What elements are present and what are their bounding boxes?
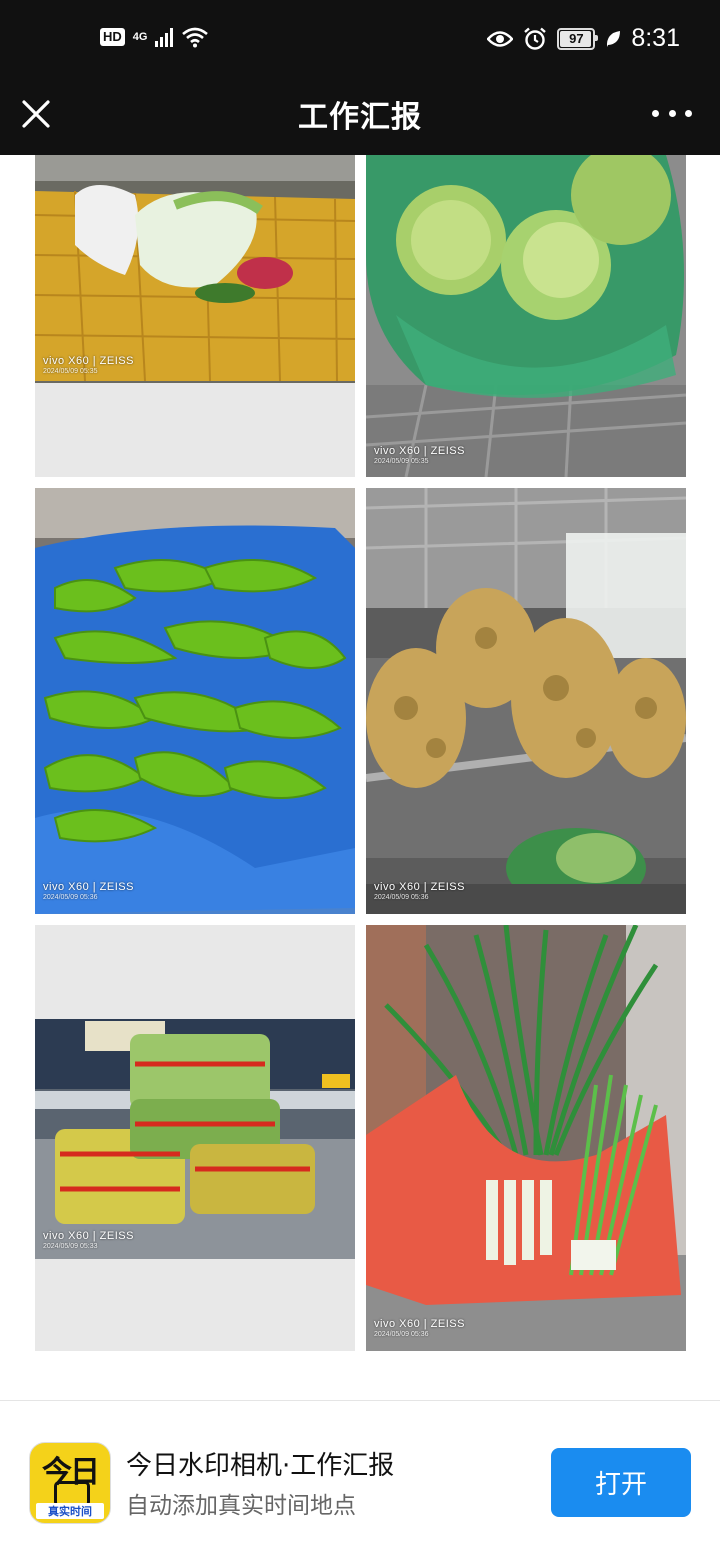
photo-packaged-greens[interactable]: vivo X60 | ZEISS 2024/05/09 05:33 [35,925,355,1351]
wifi-icon [182,27,209,48]
photo-watermark: vivo X60 | ZEISS 2024/05/09 05:36 [374,881,465,901]
photo-grid: vivo X60 | ZEISS 2024/05/09 05:35 vivo X… [0,155,720,1355]
watermark-timestamp: 2024/05/09 05:33 [43,1243,98,1250]
app-description: 自动添加真实时间地点 [126,1493,356,1519]
photo-watermark: vivo X60 | ZEISS 2024/05/09 05:35 [43,355,134,375]
photo-watermark: vivo X60 | ZEISS 2024/05/09 05:36 [43,881,134,901]
cabbage-image [366,155,686,477]
app-icon-ribbon: 真实时间 [36,1503,104,1519]
watermark-brand: vivo X60 | ZEISS [374,445,465,457]
app-name: 今日水印相机·工作汇报 [126,1451,395,1481]
status-right: 97 8:31 [487,24,680,53]
green-peppers-image [35,488,355,914]
watermark-timestamp: 2024/05/09 05:36 [374,894,429,901]
watermark-brand: vivo X60 | ZEISS [43,881,134,893]
photo-cabbage[interactable]: vivo X60 | ZEISS 2024/05/09 05:35 [366,155,686,477]
photo-ginger[interactable]: vivo X60 | ZEISS 2024/05/09 05:36 [366,488,686,914]
signal-icon [155,27,174,47]
ginger-image [366,488,686,914]
page-title: 工作汇报 [298,100,422,135]
photo-watermark: vivo X60 | ZEISS 2024/05/09 05:35 [374,445,465,465]
alarm-icon [524,27,547,50]
photo-watermark: vivo X60 | ZEISS 2024/05/09 05:33 [43,1230,134,1250]
clock: 8:31 [631,24,680,52]
battery-percent: 97 [569,31,584,46]
photo-napa-cabbage[interactable]: vivo X60 | ZEISS 2024/05/09 05:35 [35,155,355,477]
watermark-brand: vivo X60 | ZEISS [43,355,134,367]
app-banner: 今日 真实时间 今日水印相机·工作汇报 自动添加真实时间地点 打开 [0,1401,720,1560]
watermark-timestamp: 2024/05/09 05:36 [374,1331,429,1338]
napa-cabbage-image [35,155,355,383]
watermark-timestamp: 2024/05/09 05:35 [374,458,429,465]
status-bar: HD 4G 97 8:31 [0,0,720,84]
title-bar: 工作汇报 [0,84,720,155]
photo-green-peppers[interactable]: vivo X60 | ZEISS 2024/05/09 05:36 [35,488,355,914]
watermark-timestamp: 2024/05/09 05:36 [43,894,98,901]
scallions-image [366,925,686,1351]
status-left: HD 4G [100,26,209,48]
photo-watermark: vivo X60 | ZEISS 2024/05/09 05:36 [374,1318,465,1338]
leaf-icon [607,30,621,47]
app-icon[interactable]: 今日 真实时间 [29,1442,111,1524]
open-button[interactable]: 打开 [551,1448,691,1517]
hd-badge: HD [100,28,125,46]
watermark-brand: vivo X60 | ZEISS [374,1318,465,1330]
battery-indicator: 97 [557,27,599,50]
eye-icon [487,30,514,47]
watermark-timestamp: 2024/05/09 05:35 [43,368,98,375]
watermark-brand: vivo X60 | ZEISS [43,1230,134,1242]
more-icon[interactable] [652,98,692,128]
watermark-brand: vivo X60 | ZEISS [374,881,465,893]
network-type: 4G [132,30,148,43]
photo-scallions[interactable]: vivo X60 | ZEISS 2024/05/09 05:36 [366,925,686,1351]
packaged-greens-image [35,1019,355,1259]
